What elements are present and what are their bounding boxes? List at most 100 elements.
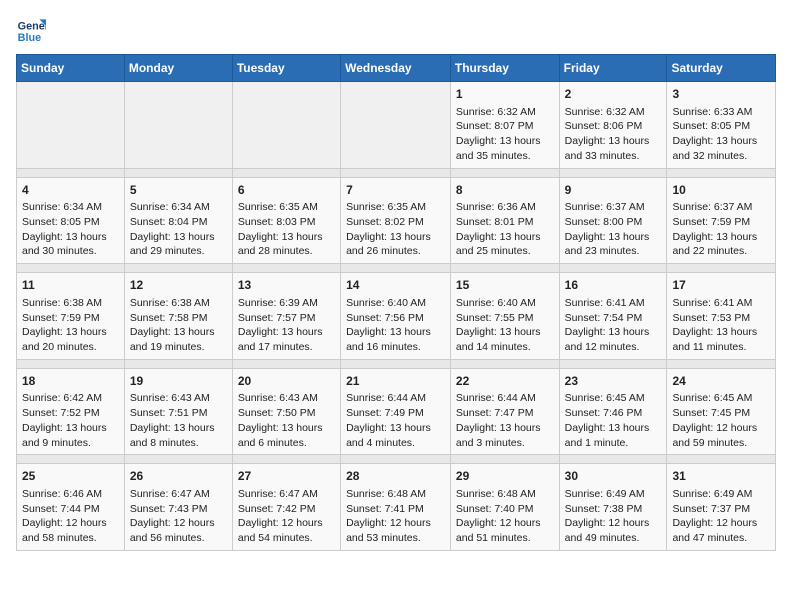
day-info: Sunrise: 6:34 AM Sunset: 8:04 PM Dayligh…: [130, 201, 215, 257]
day-info: Sunrise: 6:33 AM Sunset: 8:05 PM Dayligh…: [672, 106, 757, 162]
week-row-1: 4 Sunrise: 6:34 AM Sunset: 8:05 PM Daylig…: [17, 177, 776, 264]
weekday-header-sunday: Sunday: [17, 55, 125, 82]
header: General Blue: [16, 16, 776, 46]
calendar-table: SundayMondayTuesdayWednesdayThursdayFrid…: [16, 54, 776, 551]
day-number: 19: [130, 373, 227, 390]
day-info: Sunrise: 6:41 AM Sunset: 7:54 PM Dayligh…: [565, 297, 650, 353]
day-number: 8: [456, 182, 554, 199]
day-info: Sunrise: 6:35 AM Sunset: 8:03 PM Dayligh…: [238, 201, 323, 257]
day-info: Sunrise: 6:47 AM Sunset: 7:42 PM Dayligh…: [238, 488, 323, 544]
day-cell: 14 Sunrise: 6:40 AM Sunset: 7:56 PM Dayli…: [341, 273, 451, 360]
day-number: 13: [238, 277, 335, 294]
day-number: 23: [565, 373, 662, 390]
day-number: 9: [565, 182, 662, 199]
day-cell: 6 Sunrise: 6:35 AM Sunset: 8:03 PM Daylig…: [232, 177, 340, 264]
day-cell: 1 Sunrise: 6:32 AM Sunset: 8:07 PM Daylig…: [450, 82, 559, 169]
day-info: Sunrise: 6:35 AM Sunset: 8:02 PM Dayligh…: [346, 201, 431, 257]
day-info: Sunrise: 6:37 AM Sunset: 7:59 PM Dayligh…: [672, 201, 757, 257]
day-number: 2: [565, 86, 662, 103]
weekday-header-thursday: Thursday: [450, 55, 559, 82]
day-cell: [341, 82, 451, 169]
day-info: Sunrise: 6:44 AM Sunset: 7:47 PM Dayligh…: [456, 392, 541, 448]
day-number: 4: [22, 182, 119, 199]
day-info: Sunrise: 6:40 AM Sunset: 7:55 PM Dayligh…: [456, 297, 541, 353]
day-number: 26: [130, 468, 227, 485]
day-info: Sunrise: 6:41 AM Sunset: 7:53 PM Dayligh…: [672, 297, 757, 353]
day-number: 17: [672, 277, 770, 294]
day-info: Sunrise: 6:39 AM Sunset: 7:57 PM Dayligh…: [238, 297, 323, 353]
day-cell: 2 Sunrise: 6:32 AM Sunset: 8:06 PM Daylig…: [559, 82, 667, 169]
day-number: 6: [238, 182, 335, 199]
weekday-header-row: SundayMondayTuesdayWednesdayThursdayFrid…: [17, 55, 776, 82]
day-cell: 20Sunrise: 6:43 AM Sunset: 7:50 PM Dayli…: [232, 368, 340, 455]
day-cell: 18Sunrise: 6:42 AM Sunset: 7:52 PM Dayli…: [17, 368, 125, 455]
day-cell: 16Sunrise: 6:41 AM Sunset: 7:54 PM Dayli…: [559, 273, 667, 360]
logo-icon: General Blue: [16, 16, 46, 46]
day-info: Sunrise: 6:37 AM Sunset: 8:00 PM Dayligh…: [565, 201, 650, 257]
day-info: Sunrise: 6:38 AM Sunset: 7:59 PM Dayligh…: [22, 297, 107, 353]
day-number: 29: [456, 468, 554, 485]
weekday-header-friday: Friday: [559, 55, 667, 82]
svg-text:Blue: Blue: [18, 32, 41, 44]
day-cell: 8 Sunrise: 6:36 AM Sunset: 8:01 PM Daylig…: [450, 177, 559, 264]
day-info: Sunrise: 6:45 AM Sunset: 7:46 PM Dayligh…: [565, 392, 650, 448]
day-info: Sunrise: 6:38 AM Sunset: 7:58 PM Dayligh…: [130, 297, 215, 353]
day-cell: 19Sunrise: 6:43 AM Sunset: 7:51 PM Dayli…: [124, 368, 232, 455]
day-cell: [232, 82, 340, 169]
day-info: Sunrise: 6:43 AM Sunset: 7:50 PM Dayligh…: [238, 392, 323, 448]
separator-row: [17, 168, 776, 177]
day-cell: 30Sunrise: 6:49 AM Sunset: 7:38 PM Dayli…: [559, 464, 667, 551]
day-cell: 29 Sunrise: 6:48 AM Sunset: 7:40 PM Dayli…: [450, 464, 559, 551]
day-info: Sunrise: 6:34 AM Sunset: 8:05 PM Dayligh…: [22, 201, 107, 257]
weekday-header-wednesday: Wednesday: [341, 55, 451, 82]
day-info: Sunrise: 6:47 AM Sunset: 7:43 PM Dayligh…: [130, 488, 215, 544]
weekday-header-tuesday: Tuesday: [232, 55, 340, 82]
day-number: 5: [130, 182, 227, 199]
day-info: Sunrise: 6:45 AM Sunset: 7:45 PM Dayligh…: [672, 392, 757, 448]
day-number: 1: [456, 86, 554, 103]
day-cell: 23 Sunrise: 6:45 AM Sunset: 7:46 PM Dayli…: [559, 368, 667, 455]
day-cell: 22 Sunrise: 6:44 AM Sunset: 7:47 PM Dayli…: [450, 368, 559, 455]
day-cell: 11Sunrise: 6:38 AM Sunset: 7:59 PM Dayli…: [17, 273, 125, 360]
day-info: Sunrise: 6:48 AM Sunset: 7:40 PM Dayligh…: [456, 488, 541, 544]
separator-row: [17, 359, 776, 368]
day-number: 24: [672, 373, 770, 390]
day-number: 22: [456, 373, 554, 390]
week-row-2: 11Sunrise: 6:38 AM Sunset: 7:59 PM Dayli…: [17, 273, 776, 360]
week-row-3: 18Sunrise: 6:42 AM Sunset: 7:52 PM Dayli…: [17, 368, 776, 455]
day-cell: 13 Sunrise: 6:39 AM Sunset: 7:57 PM Dayli…: [232, 273, 340, 360]
day-cell: 12Sunrise: 6:38 AM Sunset: 7:58 PM Dayli…: [124, 273, 232, 360]
day-cell: 31 Sunrise: 6:49 AM Sunset: 7:37 PM Dayli…: [667, 464, 776, 551]
weekday-header-saturday: Saturday: [667, 55, 776, 82]
day-info: Sunrise: 6:49 AM Sunset: 7:38 PM Dayligh…: [565, 488, 650, 544]
day-info: Sunrise: 6:46 AM Sunset: 7:44 PM Dayligh…: [22, 488, 107, 544]
day-number: 7: [346, 182, 445, 199]
day-number: 28: [346, 468, 445, 485]
day-number: 27: [238, 468, 335, 485]
day-cell: 21 Sunrise: 6:44 AM Sunset: 7:49 PM Dayli…: [341, 368, 451, 455]
day-cell: 9 Sunrise: 6:37 AM Sunset: 8:00 PM Daylig…: [559, 177, 667, 264]
day-number: 3: [672, 86, 770, 103]
day-info: Sunrise: 6:44 AM Sunset: 7:49 PM Dayligh…: [346, 392, 431, 448]
day-cell: 27 Sunrise: 6:47 AM Sunset: 7:42 PM Dayli…: [232, 464, 340, 551]
day-info: Sunrise: 6:32 AM Sunset: 8:07 PM Dayligh…: [456, 106, 541, 162]
day-number: 21: [346, 373, 445, 390]
day-cell: 17 Sunrise: 6:41 AM Sunset: 7:53 PM Dayli…: [667, 273, 776, 360]
day-info: Sunrise: 6:36 AM Sunset: 8:01 PM Dayligh…: [456, 201, 541, 257]
separator-row: [17, 455, 776, 464]
day-number: 15: [456, 277, 554, 294]
week-row-0: 1 Sunrise: 6:32 AM Sunset: 8:07 PM Daylig…: [17, 82, 776, 169]
day-cell: 7 Sunrise: 6:35 AM Sunset: 8:02 PM Daylig…: [341, 177, 451, 264]
logo: General Blue: [16, 16, 50, 46]
day-info: Sunrise: 6:32 AM Sunset: 8:06 PM Dayligh…: [565, 106, 650, 162]
day-number: 14: [346, 277, 445, 294]
day-cell: 3 Sunrise: 6:33 AM Sunset: 8:05 PM Daylig…: [667, 82, 776, 169]
day-cell: 10 Sunrise: 6:37 AM Sunset: 7:59 PM Dayli…: [667, 177, 776, 264]
day-number: 31: [672, 468, 770, 485]
day-info: Sunrise: 6:40 AM Sunset: 7:56 PM Dayligh…: [346, 297, 431, 353]
day-cell: 24 Sunrise: 6:45 AM Sunset: 7:45 PM Dayli…: [667, 368, 776, 455]
day-cell: 4 Sunrise: 6:34 AM Sunset: 8:05 PM Daylig…: [17, 177, 125, 264]
day-number: 10: [672, 182, 770, 199]
day-info: Sunrise: 6:49 AM Sunset: 7:37 PM Dayligh…: [672, 488, 757, 544]
day-cell: 5 Sunrise: 6:34 AM Sunset: 8:04 PM Daylig…: [124, 177, 232, 264]
